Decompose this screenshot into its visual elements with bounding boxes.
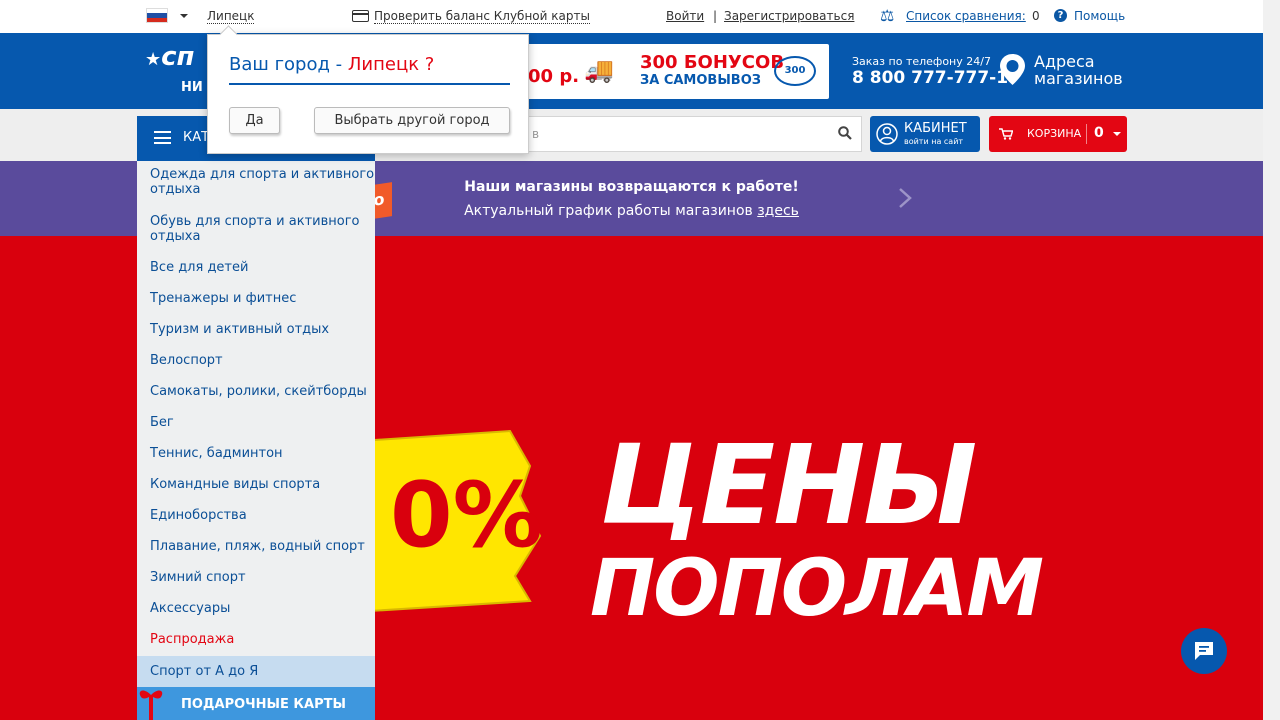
catalog-menu: Одежда для спорта и активного отдыха Обу… <box>137 161 375 720</box>
menu-item-kids[interactable]: Все для детей <box>137 260 375 275</box>
notice-text-body: Актуальный график работы магазинов <box>464 203 753 219</box>
logo-runner-icon: ★ <box>145 49 162 70</box>
chevron-right-icon[interactable] <box>898 187 912 209</box>
cart-icon <box>999 128 1013 140</box>
phone-label: Заказ по телефону 24/7 <box>852 55 991 68</box>
chevron-down-icon[interactable] <box>180 14 188 18</box>
menu-item-sale[interactable]: Распродажа <box>137 632 375 647</box>
notice-sale-tag-text: о <box>373 189 385 210</box>
notice-link[interactable]: здесь <box>757 203 799 219</box>
popup-divider <box>229 83 510 85</box>
hero-title-line2: ПОПОЛАМ <box>590 544 1044 634</box>
help-link[interactable]: Помощь <box>1074 9 1125 23</box>
search-icon[interactable] <box>838 126 852 140</box>
popup-question: Ваш город - Липецк ? <box>229 54 434 75</box>
store-addresses-line2: магазинов <box>1034 69 1123 88</box>
gift-cards-button[interactable]: ПОДАРОЧНЫЕ КАРТЫ <box>137 687 375 720</box>
russia-flag-icon[interactable] <box>146 8 168 23</box>
menu-item-scooters[interactable]: Самокаты, ролики, скейтборды <box>137 384 375 399</box>
phone-number[interactable]: 8 800 777-777-1 <box>852 68 1008 88</box>
search-placeholder: в <box>532 127 540 141</box>
chat-icon <box>1195 642 1213 660</box>
menu-item-swimming[interactable]: Плавание, пляж, водный спорт <box>137 539 375 554</box>
cart-count: 0 <box>1094 125 1104 141</box>
menu-item-running[interactable]: Бег <box>137 415 375 430</box>
menu-item-clothing[interactable]: Одежда для спорта и активного отдыха <box>137 167 375 197</box>
compare-list-link[interactable]: Список сравнения: <box>906 9 1026 23</box>
menu-item-fitness[interactable]: Тренажеры и фитнес <box>137 291 375 306</box>
cart-button[interactable]: КОРЗИНА 0 <box>989 116 1127 152</box>
store-addresses-link[interactable]: Адреса магазинов <box>1034 53 1123 87</box>
user-icon <box>876 123 898 145</box>
popup-question-prefix: Ваш город - <box>229 54 348 75</box>
gift-bow-icon <box>139 690 163 720</box>
menu-item-team-sports[interactable]: Командные виды спорта <box>137 477 375 492</box>
city-confirm-popup: Ваш город - Липецк ? Да Выбрать другой г… <box>207 34 529 154</box>
confirm-city-button[interactable]: Да <box>229 107 280 134</box>
logo[interactable]: ★сп <box>145 42 195 72</box>
cabinet-button[interactable]: КАБИНЕТ войти на сайт <box>870 116 980 152</box>
promo-banner[interactable]: 00 р. 🚚 300 БОНУСОВ ЗА САМОВЫВОЗ 300 <box>520 44 829 99</box>
cart-label: КОРЗИНА <box>1027 127 1082 140</box>
card-icon <box>352 10 369 22</box>
coins-icon: 300 <box>774 56 816 86</box>
city-selector-link[interactable]: Липецк <box>207 9 255 24</box>
promo-bonus-subtitle: ЗА САМОВЫВОЗ <box>640 73 761 88</box>
popup-question-city: Липецк ? <box>347 54 435 75</box>
menu-item-cycling[interactable]: Велоспорт <box>137 353 375 368</box>
compare-count: 0 <box>1032 9 1040 23</box>
page-scrollbar[interactable] <box>1263 0 1280 720</box>
truck-icon: 🚚 <box>584 56 614 84</box>
promo-amount: 00 р. <box>528 66 580 87</box>
chevron-down-icon[interactable] <box>1113 132 1121 136</box>
menu-item-sport-a-z[interactable]: Спорт от А до Я <box>137 656 375 687</box>
chat-button[interactable] <box>1181 628 1227 674</box>
gift-cards-label: ПОДАРОЧНЫЕ КАРТЫ <box>181 697 346 712</box>
check-balance-link[interactable]: Проверить баланс Клубной карты <box>374 9 590 24</box>
menu-icon <box>154 131 171 144</box>
map-pin-icon[interactable] <box>999 53 1026 86</box>
menu-item-martial-arts[interactable]: Единоборства <box>137 508 375 523</box>
top-bar: Липецк Проверить баланс Клубной карты Во… <box>0 0 1263 33</box>
cabinet-subtitle: войти на сайт <box>904 137 964 146</box>
menu-item-tourism[interactable]: Туризм и активный отдых <box>137 322 375 337</box>
catalog-label: КАТ <box>183 130 210 145</box>
menu-item-winter[interactable]: Зимний спорт <box>137 570 375 585</box>
logo-text: сп <box>161 42 195 72</box>
cabinet-title: КАБИНЕТ <box>904 121 967 136</box>
promo-bonus-title: 300 БОНУСОВ <box>640 52 785 73</box>
price-tag-text: 0% <box>390 463 543 568</box>
menu-item-tennis[interactable]: Теннис, бадминтон <box>137 446 375 461</box>
register-link[interactable]: Зарегистрироваться <box>724 9 854 23</box>
help-icon: ? <box>1054 9 1067 22</box>
separator: | <box>713 9 718 23</box>
choose-other-city-button[interactable]: Выбрать другой город <box>314 107 510 134</box>
login-link[interactable]: Войти <box>666 9 704 23</box>
menu-item-footwear[interactable]: Обувь для спорта и активного отдыха <box>137 214 375 244</box>
store-addresses-line1: Адреса <box>1034 52 1095 71</box>
cart-divider <box>1086 124 1087 144</box>
menu-item-accessories[interactable]: Аксессуары <box>137 601 375 616</box>
scales-icon: ⚖ <box>880 6 895 25</box>
hero-title-line1: ЦЕНЫ <box>600 421 977 549</box>
